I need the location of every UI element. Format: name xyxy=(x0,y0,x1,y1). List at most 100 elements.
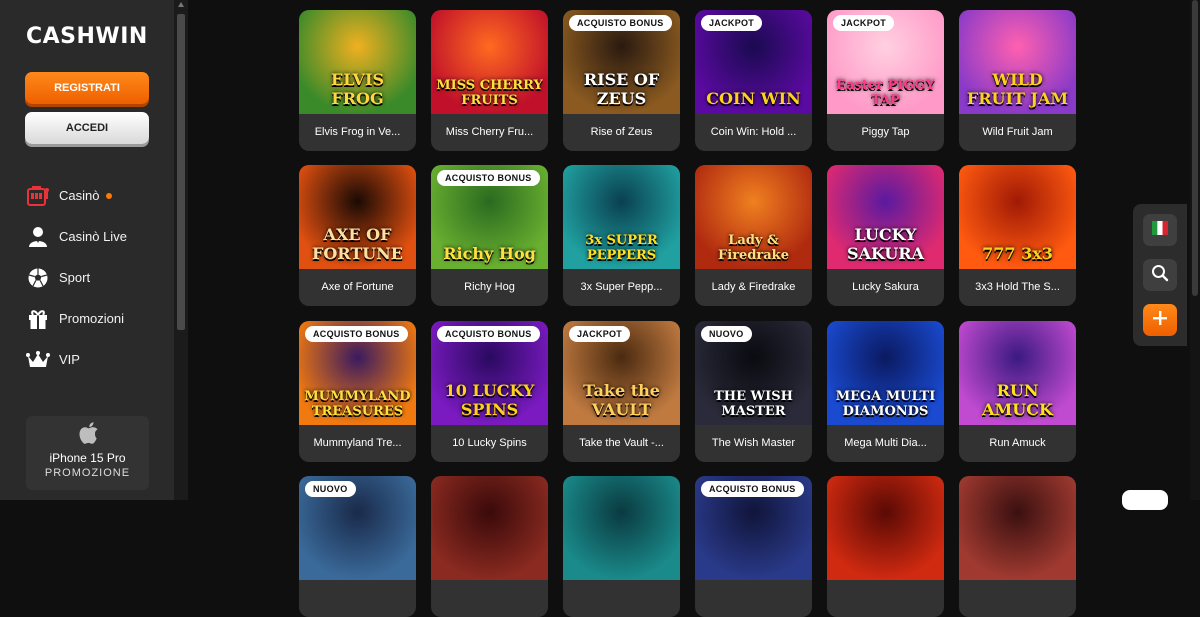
game-thumbnail[interactable]: LUCKY SAKURA xyxy=(827,165,944,269)
game-title: 3x3 Hold The S... xyxy=(975,281,1060,293)
game-art-title: COIN WIN xyxy=(706,89,801,108)
add-button[interactable] xyxy=(1143,304,1177,336)
game-thumbnail[interactable] xyxy=(431,476,548,580)
game-badge: ACQUISTO BONUS xyxy=(437,170,540,186)
promo-card[interactable]: iPhone 15 Pro PROMOZIONE xyxy=(26,416,149,490)
game-tile[interactable]: AXE OF FORTUNE Axe of Fortune xyxy=(299,165,416,306)
game-title: Rise of Zeus xyxy=(590,126,653,138)
game-tile[interactable]: COIN WIN JACKPOT Coin Win: Hold ... xyxy=(695,10,812,151)
game-tile[interactable] xyxy=(563,476,680,617)
game-title xyxy=(431,580,548,617)
game-tile[interactable]: 777 3x3 3x3 Hold The S... xyxy=(959,165,1076,306)
game-art-title: Easter PIGGY TAP xyxy=(836,78,935,108)
game-title: Mega Multi Dia... xyxy=(844,437,927,449)
game-thumbnail[interactable]: WILD FRUIT JAM xyxy=(959,10,1076,114)
notification-dot xyxy=(106,192,113,199)
sidebar: CASHWIN REGISTRATI ACCEDI Casinò Casinò … xyxy=(0,0,174,500)
search-icon xyxy=(1151,264,1169,287)
scrollbar-thumb[interactable] xyxy=(1192,0,1198,296)
game-thumbnail[interactable]: 3x SUPER PEPPERS xyxy=(563,165,680,269)
nav-item-sport[interactable]: Sport xyxy=(26,257,127,298)
game-badge: NUOVO xyxy=(701,326,752,342)
nav-item-label: Promozioni xyxy=(59,311,125,326)
game-tile[interactable]: Easter PIGGY TAP JACKPOT Piggy Tap xyxy=(827,10,944,151)
nav-item-casino[interactable]: Casinò xyxy=(26,175,127,216)
search-button[interactable] xyxy=(1143,259,1177,291)
logo[interactable]: CASHWIN xyxy=(26,24,148,49)
game-thumbnail[interactable]: AXE OF FORTUNE xyxy=(299,165,416,269)
game-tile[interactable]: WILD FRUIT JAM Wild Fruit Jam xyxy=(959,10,1076,151)
nav-item-vip[interactable]: VIP xyxy=(26,339,127,380)
page-scrollbar[interactable] xyxy=(1190,0,1200,500)
scrollbar-thumb[interactable] xyxy=(177,14,185,330)
game-thumbnail[interactable]: ELVIS FROG xyxy=(299,10,416,114)
game-badge: ACQUISTO BONUS xyxy=(701,481,804,497)
login-button[interactable]: ACCEDI xyxy=(25,112,149,144)
register-button[interactable]: REGISTRATI xyxy=(25,72,149,104)
game-art-title: MUMMYLAND TREASURES xyxy=(304,389,411,419)
game-badge: ACQUISTO BONUS xyxy=(569,15,672,31)
game-thumbnail[interactable]: 777 3x3 xyxy=(959,165,1076,269)
game-art-title: MEGA MULTI DIAMONDS xyxy=(835,389,936,419)
game-art-title: RUN AMUCK xyxy=(982,381,1053,419)
game-thumbnail[interactable] xyxy=(959,476,1076,580)
game-tile[interactable]: MEGA MULTI DIAMONDS Mega Multi Dia... xyxy=(827,321,944,462)
game-tile[interactable] xyxy=(827,476,944,617)
game-tile[interactable]: ELVIS FROG Elvis Frog in Ve... xyxy=(299,10,416,151)
game-art-title: Lady & Firedrake xyxy=(718,233,789,263)
game-title: Coin Win: Hold ... xyxy=(710,126,797,138)
game-art-title: RISE OF ZEUS xyxy=(583,70,660,108)
game-tile[interactable]: Lady & Firedrake Lady & Firedrake xyxy=(695,165,812,306)
game-art-title: 10 LUCKY SPINS xyxy=(444,381,535,419)
apple-icon xyxy=(26,422,149,449)
game-tile[interactable]: THE WISH MASTER NUOVO The Wish Master xyxy=(695,321,812,462)
floating-actions xyxy=(1133,204,1187,346)
nav-item-label: VIP xyxy=(59,352,80,367)
nav-item-casino-live[interactable]: Casinò Live xyxy=(26,216,127,257)
game-tile[interactable]: RISE OF ZEUS ACQUISTO BONUS Rise of Zeus xyxy=(563,10,680,151)
language-button[interactable] xyxy=(1143,214,1177,246)
nav-item-promozioni[interactable]: Promozioni xyxy=(26,298,127,339)
game-title: Wild Fruit Jam xyxy=(982,126,1053,138)
game-tile[interactable]: LUCKY SAKURA Lucky Sakura xyxy=(827,165,944,306)
game-title xyxy=(695,580,812,617)
game-thumbnail[interactable] xyxy=(827,476,944,580)
game-badge: JACKPOT xyxy=(569,326,631,342)
game-tile[interactable]: NUOVO xyxy=(299,476,416,617)
game-tile[interactable]: Richy Hog ACQUISTO BONUS Richy Hog xyxy=(431,165,548,306)
game-tile[interactable]: 3x SUPER PEPPERS 3x Super Pepp... xyxy=(563,165,680,306)
game-badge: ACQUISTO BONUS xyxy=(305,326,408,342)
game-badge: NUOVO xyxy=(305,481,356,497)
game-tile[interactable]: MISS CHERRY FRUITS Miss Cherry Fru... xyxy=(431,10,548,151)
promo-title: iPhone 15 Pro xyxy=(49,451,126,465)
dealer-icon xyxy=(26,225,50,249)
game-title xyxy=(827,580,944,617)
game-thumbnail[interactable] xyxy=(563,476,680,580)
game-tile[interactable]: ACQUISTO BONUS xyxy=(695,476,812,617)
game-tile[interactable]: MUMMYLAND TREASURES ACQUISTO BONUS Mummyla… xyxy=(299,321,416,462)
game-badge: ACQUISTO BONUS xyxy=(437,326,540,342)
chat-button[interactable] xyxy=(1122,490,1168,510)
sidebar-scrollbar[interactable] xyxy=(174,0,188,500)
game-tile[interactable] xyxy=(431,476,548,617)
game-title: Lucky Sakura xyxy=(852,281,919,293)
plus-icon xyxy=(1152,310,1168,331)
game-tile[interactable]: RUN AMUCK Run Amuck xyxy=(959,321,1076,462)
main-nav: Casinò Casinò Live Sport Promozioni VIP xyxy=(26,175,127,380)
scroll-up-arrow-icon[interactable] xyxy=(178,2,184,7)
game-art-title: LUCKY SAKURA xyxy=(847,225,924,263)
promo-subtitle: PROMOZIONE xyxy=(44,467,131,479)
game-title: 10 Lucky Spins xyxy=(452,437,527,449)
game-tile[interactable] xyxy=(959,476,1076,617)
game-thumbnail[interactable]: RUN AMUCK xyxy=(959,321,1076,425)
game-thumbnail[interactable]: MISS CHERRY FRUITS xyxy=(431,10,548,114)
game-thumbnail[interactable]: MEGA MULTI DIAMONDS xyxy=(827,321,944,425)
game-title: Richy Hog xyxy=(464,281,515,293)
game-tile[interactable]: Take the VAULT JACKPOT Take the Vault -... xyxy=(563,321,680,462)
game-thumbnail[interactable]: Lady & Firedrake xyxy=(695,165,812,269)
game-art-title: 777 3x3 xyxy=(982,244,1053,263)
game-tile[interactable]: 10 LUCKY SPINS ACQUISTO BONUS 10 Lucky Spi… xyxy=(431,321,548,462)
game-art-title: WILD FRUIT JAM xyxy=(966,70,1069,108)
game-badge: JACKPOT xyxy=(833,15,895,31)
game-title: Lady & Firedrake xyxy=(711,281,796,293)
